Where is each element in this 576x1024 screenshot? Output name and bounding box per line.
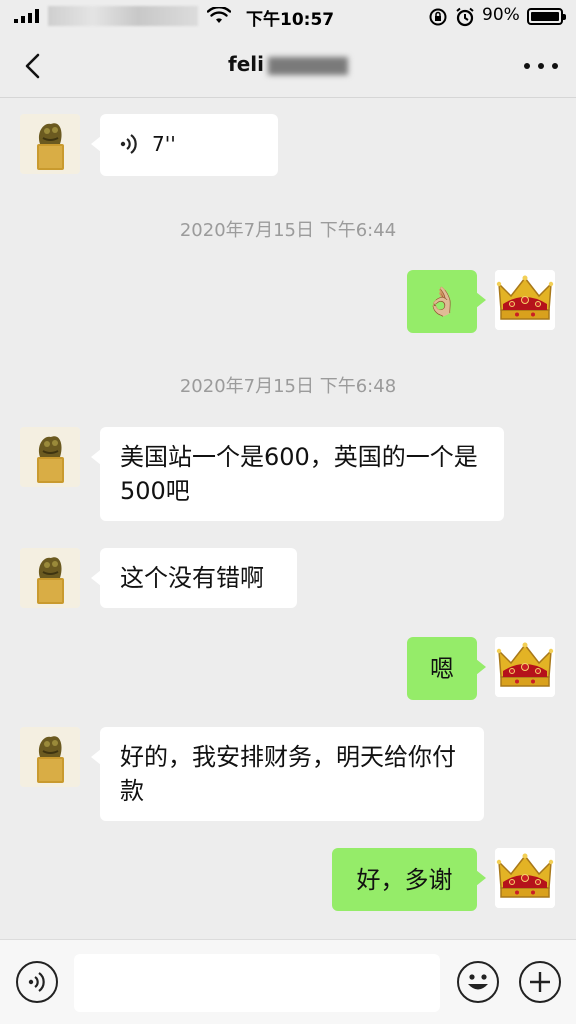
my-avatar[interactable] [495, 270, 555, 330]
more-actions-button[interactable] [519, 961, 561, 1003]
carrier-redacted [48, 6, 198, 26]
chat-title: feli [0, 52, 576, 76]
timestamp: 2020年7月15日 下午6:48 [179, 376, 397, 397]
text-message[interactable]: 嗯 [407, 637, 486, 700]
voice-input-button[interactable] [16, 961, 58, 1003]
emoji-button[interactable] [457, 961, 499, 1003]
voice-wave-icon [28, 972, 45, 992]
timestamp: 2020年7月15日 下午6:44 [179, 220, 397, 241]
more-dots-icon [524, 63, 530, 69]
contact-avatar[interactable] [20, 114, 80, 174]
wifi-icon [207, 7, 231, 23]
rotation-lock-icon [429, 8, 447, 26]
voice-duration: 7'' [152, 132, 176, 156]
contact-avatar[interactable] [20, 427, 80, 487]
crown-icon [495, 270, 555, 330]
crown-icon [495, 848, 555, 908]
battery-percent: 90% [482, 5, 520, 25]
contact-avatar[interactable] [20, 548, 80, 608]
title-redacted [267, 56, 348, 75]
text-message[interactable]: 这个没有错啊 [91, 548, 297, 608]
plus-icon [530, 972, 550, 992]
message-input[interactable] [74, 954, 440, 1012]
voice-message[interactable]: 7'' [91, 114, 278, 176]
more-button[interactable] [524, 52, 558, 80]
text-message[interactable]: 好，多谢 [332, 848, 486, 911]
input-bar [0, 939, 576, 1024]
battery-icon [527, 8, 566, 25]
voice-wave-icon [120, 134, 137, 154]
my-avatar[interactable] [495, 637, 555, 697]
chat-area[interactable]: 7'' 2020年7月15日 下午6:44 👌🏼 2020年7月15日 下午6:… [0, 99, 576, 939]
crown-icon [495, 637, 555, 697]
status-time: 下午10:57 [246, 10, 335, 30]
contact-avatar[interactable] [20, 727, 80, 787]
ok-hand-emoji-icon: 👌🏼 [424, 284, 460, 318]
my-avatar[interactable] [495, 848, 555, 908]
text-message[interactable]: 好的，我安排财务，明天给你付款 [91, 727, 484, 821]
chat-title-text: feli [228, 52, 264, 76]
chat-header: feli [0, 34, 576, 98]
smiley-icon [468, 974, 488, 990]
signal-icon [14, 9, 39, 23]
status-bar: 下午10:57 90% [0, 0, 576, 34]
emoji-message[interactable]: 👌🏼 [407, 270, 486, 333]
text-message[interactable]: 美国站一个是600，英国的一个是500吧 [91, 427, 504, 521]
alarm-icon [456, 7, 474, 27]
